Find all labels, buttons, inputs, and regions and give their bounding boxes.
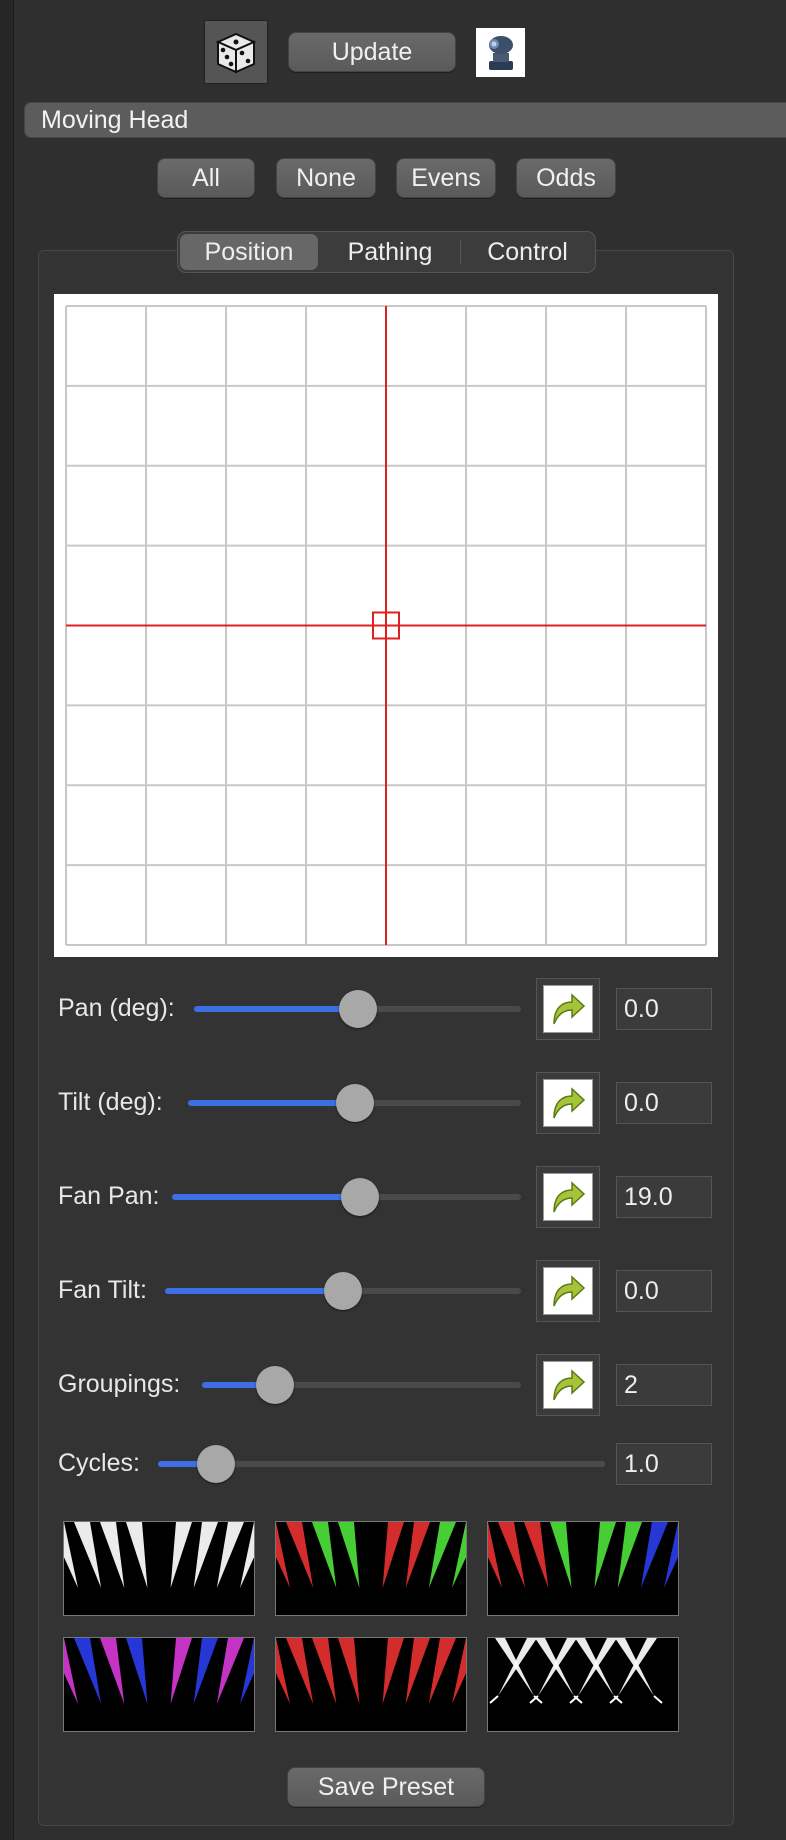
white-fan-preset[interactable] — [63, 1521, 255, 1616]
beam — [664, 1522, 678, 1588]
cycles-value-field[interactable]: 1.0 — [616, 1443, 712, 1485]
magenta-blue-fan-preset[interactable] — [63, 1637, 255, 1732]
fan-tilt-value-field[interactable]: 0.0 — [616, 1270, 712, 1312]
beam — [216, 1522, 244, 1588]
fan-pan-label: Fan Pan: — [58, 1182, 160, 1210]
beam — [276, 1522, 290, 1588]
pan-value-field[interactable]: 0.0 — [616, 988, 712, 1030]
beam — [452, 1638, 466, 1704]
reset-arrow-icon — [543, 985, 593, 1033]
fan-tilt-label: Fan Tilt: — [58, 1276, 147, 1304]
select-none-button[interactable]: None — [276, 158, 376, 198]
groupings-value-field[interactable]: 2 — [616, 1364, 712, 1406]
pan-label: Pan (deg): — [58, 994, 175, 1022]
save-preset-button[interactable]: Save Preset — [287, 1767, 485, 1807]
position-grid[interactable] — [54, 294, 718, 957]
red-fan-preset[interactable] — [275, 1637, 467, 1732]
select-evens-button[interactable]: Evens — [396, 158, 496, 198]
update-button[interactable]: Update — [288, 32, 456, 72]
beam — [170, 1638, 192, 1704]
beam — [126, 1638, 148, 1704]
beam — [74, 1638, 102, 1704]
beam — [382, 1522, 404, 1588]
beam — [489, 1695, 499, 1704]
pan-slider-fill — [194, 1006, 358, 1012]
groupings-slider[interactable] — [202, 1382, 521, 1388]
reset-arrow-icon — [543, 1173, 593, 1221]
beam — [452, 1522, 466, 1588]
groupings-label: Groupings: — [58, 1370, 181, 1398]
beam — [488, 1522, 502, 1588]
beam — [100, 1638, 125, 1704]
beam — [286, 1638, 314, 1704]
beam — [405, 1522, 430, 1588]
tab-position[interactable]: Position — [180, 234, 318, 270]
pan-slider-knob[interactable] — [338, 990, 377, 1028]
beam — [126, 1522, 148, 1588]
beam — [405, 1638, 430, 1704]
white-crossing-preset[interactable] — [487, 1637, 679, 1732]
fixture-name-bar[interactable]: Moving Head — [24, 102, 786, 138]
fan-pan-value-field[interactable]: 19.0 — [616, 1176, 712, 1218]
beam — [640, 1522, 668, 1588]
select-odds-button[interactable]: Odds — [516, 158, 616, 198]
beam — [550, 1522, 572, 1588]
beam — [594, 1522, 616, 1588]
beam — [338, 1522, 360, 1588]
beam — [286, 1522, 314, 1588]
beam — [498, 1522, 526, 1588]
beam — [428, 1522, 456, 1588]
dice-icon — [215, 32, 257, 74]
fan-pan-reset-button[interactable] — [536, 1166, 600, 1228]
fixture-name: Moving Head — [41, 105, 189, 134]
groupings-reset-button[interactable] — [536, 1354, 600, 1416]
cycles-label: Cycles: — [58, 1449, 140, 1477]
tilt-slider-knob[interactable] — [335, 1084, 374, 1122]
beam — [382, 1638, 404, 1704]
beam — [64, 1522, 78, 1588]
reset-arrow-icon — [543, 1267, 593, 1315]
moving-head-fixture-icon — [476, 28, 525, 77]
tilt-slider-fill — [188, 1100, 355, 1106]
fan-tilt-reset-button[interactable] — [536, 1260, 600, 1322]
beam — [74, 1522, 102, 1588]
tab-control[interactable]: Control — [461, 232, 594, 272]
beam — [240, 1638, 254, 1704]
tilt-value-field[interactable]: 0.0 — [616, 1082, 712, 1124]
fan-pan-slider-fill — [172, 1194, 361, 1200]
beam — [193, 1638, 218, 1704]
tab-pathing[interactable]: Pathing — [320, 232, 460, 272]
fan-tilt-slider-fill — [165, 1288, 343, 1294]
tab-bar: Position Pathing Control — [177, 231, 596, 273]
beam — [100, 1522, 125, 1588]
beam — [216, 1638, 244, 1704]
beam — [428, 1638, 456, 1704]
beam — [617, 1522, 642, 1588]
pan-reset-button[interactable] — [536, 978, 600, 1040]
reset-arrow-icon — [543, 1361, 593, 1409]
beam — [312, 1638, 337, 1704]
cycles-slider-knob[interactable] — [197, 1445, 236, 1483]
beam — [524, 1522, 549, 1588]
tilt-reset-button[interactable] — [536, 1072, 600, 1134]
randomize-button[interactable] — [204, 20, 268, 84]
beam — [276, 1638, 290, 1704]
tilt-label: Tilt (deg): — [58, 1088, 163, 1116]
beam — [170, 1522, 192, 1588]
beam — [240, 1522, 254, 1588]
beam — [193, 1522, 218, 1588]
fan-tilt-slider-knob[interactable] — [324, 1272, 362, 1310]
red-green-blue-fan-preset[interactable] — [487, 1521, 679, 1616]
reset-arrow-icon — [543, 1079, 593, 1127]
red-green-fan-preset[interactable] — [275, 1521, 467, 1616]
window-edge — [0, 0, 14, 1840]
beam — [338, 1638, 360, 1704]
beam — [653, 1695, 663, 1704]
beam — [312, 1522, 337, 1588]
select-all-button[interactable]: All — [157, 158, 255, 198]
beam — [64, 1638, 78, 1704]
